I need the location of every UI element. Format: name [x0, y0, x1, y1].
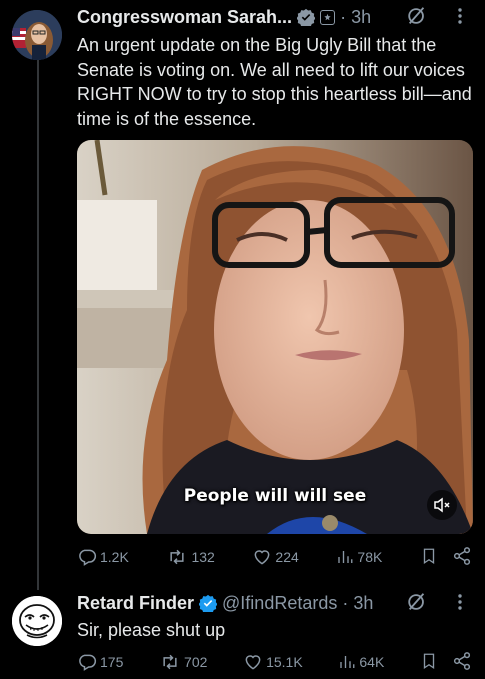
- reply-icon: [77, 652, 97, 672]
- tweet-text: An urgent update on the Big Ugly Bill th…: [77, 35, 472, 129]
- timestamp[interactable]: 3h: [353, 593, 373, 614]
- reply-icon: [77, 547, 97, 567]
- share-icon[interactable]: [452, 546, 472, 569]
- mute-icon[interactable]: [427, 490, 457, 520]
- repost-button[interactable]: 702: [159, 652, 207, 672]
- views-button[interactable]: 64K: [338, 653, 384, 671]
- reply-count: 175: [100, 654, 124, 670]
- views-count: 64K: [359, 654, 385, 670]
- like-icon: [252, 547, 272, 567]
- action-bar: 1.2K 132 224 78K: [77, 546, 472, 568]
- thread-connector: [37, 60, 39, 590]
- like-count: 15.1K: [266, 654, 303, 670]
- government-flag-icon: [320, 9, 336, 25]
- tweet-header: Congresswoman Sarah... · 3h: [77, 5, 371, 29]
- author-handle[interactable]: @IfindRetards: [222, 593, 337, 614]
- verified-badge-icon: [199, 594, 218, 612]
- video-caption: People will will see: [183, 486, 367, 506]
- separator-dot: ·: [340, 6, 347, 27]
- reply-count: 1.2K: [100, 549, 129, 565]
- grok-icon[interactable]: [406, 5, 428, 32]
- tweet-text: Sir, please shut up: [77, 620, 226, 640]
- bookmark-icon[interactable]: [420, 651, 438, 674]
- share-icon[interactable]: [452, 651, 472, 674]
- video-frame: [77, 140, 473, 534]
- grok-icon[interactable]: [406, 591, 428, 618]
- more-icon[interactable]: [450, 591, 470, 618]
- avatar[interactable]: [12, 596, 62, 646]
- like-count: 224: [275, 549, 299, 565]
- like-icon: [243, 652, 263, 672]
- like-button[interactable]: 224: [252, 547, 299, 567]
- timestamp[interactable]: 3h: [351, 7, 371, 28]
- views-count: 78K: [357, 549, 383, 565]
- views-button[interactable]: 78K: [336, 548, 382, 566]
- separator-dot: ·: [342, 592, 349, 613]
- views-icon: [338, 653, 356, 671]
- video-player[interactable]: People will will see: [77, 140, 473, 534]
- views-icon: [336, 548, 354, 566]
- verified-badge-icon: [297, 8, 316, 26]
- repost-button[interactable]: 132: [166, 547, 215, 567]
- author-name[interactable]: Congresswoman Sarah...: [77, 7, 292, 28]
- repost-icon: [166, 547, 188, 567]
- author-name[interactable]: Retard Finder: [77, 593, 194, 614]
- reply-button[interactable]: 175: [77, 652, 123, 672]
- repost-icon: [159, 652, 181, 672]
- tweet-header: Retard Finder @IfindRetards · 3h: [77, 591, 373, 615]
- bookmark-icon[interactable]: [420, 546, 438, 569]
- repost-count: 132: [191, 549, 215, 565]
- reply-button[interactable]: 1.2K: [77, 547, 129, 567]
- like-button[interactable]: 15.1K: [243, 652, 303, 672]
- avatar[interactable]: [12, 10, 62, 60]
- action-bar: 175 702 15.1K 64K: [77, 651, 472, 673]
- more-icon[interactable]: [450, 5, 470, 32]
- repost-count: 702: [184, 654, 208, 670]
